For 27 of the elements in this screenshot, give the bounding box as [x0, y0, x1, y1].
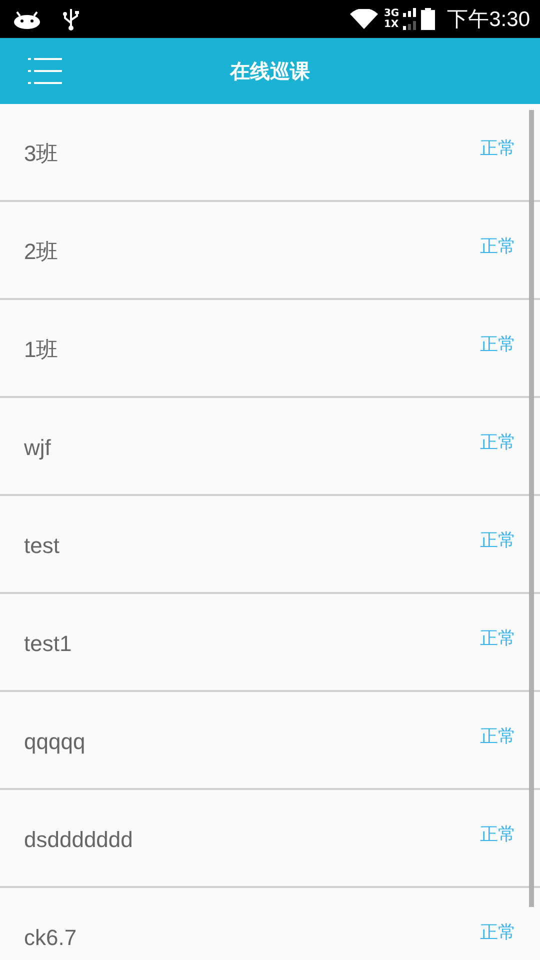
status-label: 正常: [480, 334, 516, 356]
status-label: 正常: [480, 824, 516, 846]
screen-title: 在线巡课: [230, 58, 310, 84]
status-label: 正常: [480, 922, 516, 944]
class-name: test: [24, 534, 60, 558]
class-name: dsddddddd: [24, 828, 133, 852]
signal-icon: [403, 7, 418, 31]
class-name: 3班: [24, 142, 58, 166]
network-label: 3G: [384, 8, 400, 19]
wifi-icon: [350, 9, 378, 29]
status-label: 正常: [480, 236, 516, 258]
class-name: test1: [24, 632, 72, 656]
status-label: 正常: [480, 432, 516, 454]
clock: 下午3:30: [447, 7, 530, 33]
status-label: 正常: [480, 628, 516, 650]
status-label: 正常: [480, 138, 516, 160]
class-name: ck6.7: [24, 926, 77, 950]
status-label: 正常: [480, 530, 516, 552]
class-name: qqqqq: [24, 730, 86, 754]
menu-button[interactable]: [28, 57, 62, 85]
class-name: 2班: [24, 240, 58, 264]
status-label: 正常: [480, 726, 516, 748]
class-name: 1班: [24, 338, 58, 362]
class-name: wjf: [24, 436, 51, 460]
battery-icon: [421, 8, 436, 30]
network-label: 1X: [384, 19, 400, 30]
usb-icon: [62, 7, 80, 31]
